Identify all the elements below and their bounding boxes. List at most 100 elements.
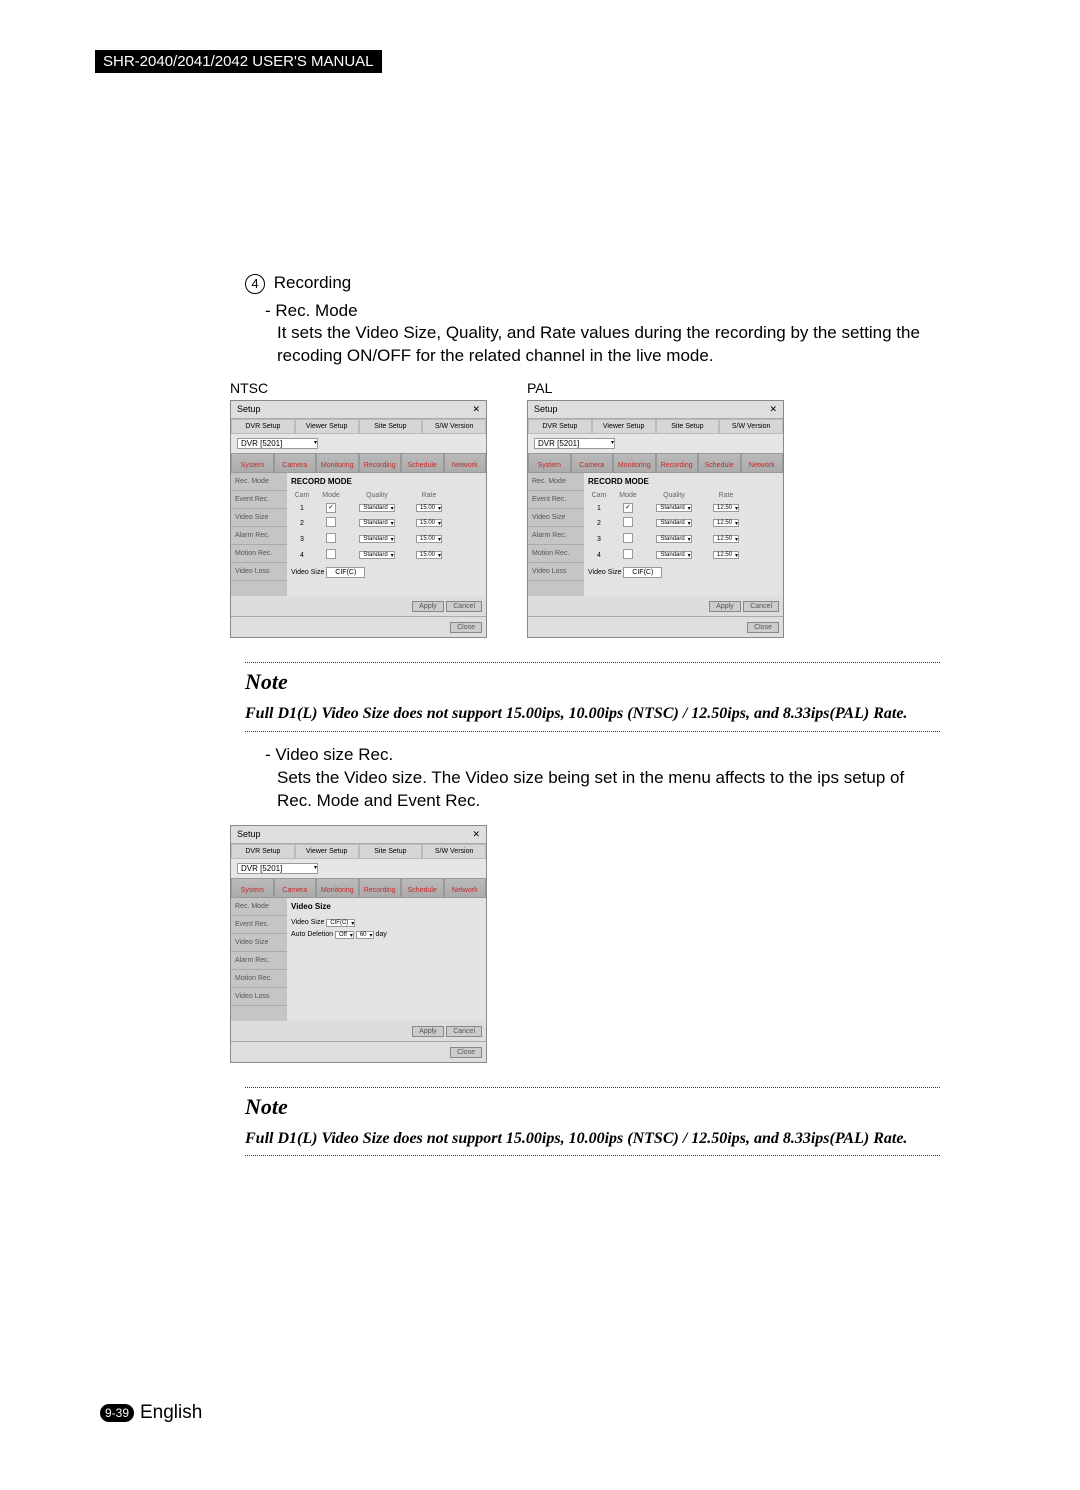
- quality-select[interactable]: Standard: [359, 535, 394, 543]
- icontab-system[interactable]: System: [231, 878, 274, 898]
- sidebar-rec-mode[interactable]: Rec. Mode: [231, 898, 287, 916]
- mode-checkbox[interactable]: ✓: [623, 503, 633, 513]
- quality-select[interactable]: Standard: [359, 551, 394, 559]
- tab-site-setup[interactable]: Site Setup: [359, 844, 423, 859]
- apply-button[interactable]: Apply: [709, 601, 741, 612]
- close-icon[interactable]: ✕: [472, 829, 480, 840]
- mode-checkbox[interactable]: [326, 549, 336, 559]
- icontab-recording[interactable]: Recording: [656, 453, 699, 473]
- section-heading: 4 Recording: [245, 273, 940, 294]
- sidebar-video-size[interactable]: Video Size: [528, 509, 584, 527]
- icontab-network[interactable]: Network: [444, 453, 487, 473]
- sidebar-motion-rec[interactable]: Motion Rec.: [231, 545, 287, 563]
- icontab-monitoring[interactable]: Monitoring: [613, 453, 656, 473]
- mode-checkbox[interactable]: [326, 517, 336, 527]
- divider: [245, 731, 940, 732]
- close-icon[interactable]: ✕: [769, 404, 777, 415]
- sidebar-alarm-rec[interactable]: Alarm Rec.: [231, 952, 287, 970]
- rate-select[interactable]: 15.00: [416, 519, 442, 527]
- tab-sw-version[interactable]: S/W Version: [422, 844, 486, 859]
- quality-select[interactable]: Standard: [656, 535, 691, 543]
- icontab-monitoring[interactable]: Monitoring: [316, 878, 359, 898]
- quality-select[interactable]: Standard: [359, 504, 394, 512]
- sidebar-event-rec[interactable]: Event Rec.: [528, 491, 584, 509]
- sidebar-alarm-rec[interactable]: Alarm Rec.: [231, 527, 287, 545]
- icontab-system[interactable]: System: [231, 453, 274, 473]
- quality-select[interactable]: Standard: [656, 504, 691, 512]
- sidebar-event-rec[interactable]: Event Rec.: [231, 491, 287, 509]
- tab-viewer-setup[interactable]: Viewer Setup: [295, 844, 359, 859]
- icontab-camera[interactable]: Camera: [274, 878, 317, 898]
- quality-select[interactable]: Standard: [656, 519, 691, 527]
- tab-viewer-setup[interactable]: Viewer Setup: [592, 419, 656, 434]
- sidebar-alarm-rec[interactable]: Alarm Rec.: [528, 527, 584, 545]
- table-row: 4Standard15.00: [291, 547, 482, 563]
- page-footer: 9-39 English: [100, 1402, 202, 1424]
- close-button[interactable]: Close: [450, 622, 482, 633]
- rate-select[interactable]: 15.00: [416, 551, 442, 559]
- cancel-button[interactable]: Cancel: [446, 1026, 482, 1037]
- icontab-recording[interactable]: Recording: [359, 878, 402, 898]
- sidebar-event-rec[interactable]: Event Rec.: [231, 916, 287, 934]
- dvr-select[interactable]: DVR [5201]: [237, 438, 318, 449]
- icontab-camera[interactable]: Camera: [274, 453, 317, 473]
- th-rate: Rate: [702, 492, 750, 499]
- sidebar-rec-mode[interactable]: Rec. Mode: [231, 473, 287, 491]
- mode-checkbox[interactable]: [623, 549, 633, 559]
- tab-site-setup[interactable]: Site Setup: [656, 419, 720, 434]
- mode-checkbox[interactable]: [326, 533, 336, 543]
- video-size-rec-desc: Sets the Video size. The Video size bein…: [277, 767, 940, 813]
- divider: [245, 662, 940, 663]
- tab-viewer-setup[interactable]: Viewer Setup: [295, 419, 359, 434]
- dvr-select[interactable]: DVR [5201]: [237, 863, 318, 874]
- close-button[interactable]: Close: [747, 622, 779, 633]
- icontab-network[interactable]: Network: [741, 453, 784, 473]
- video-size-select[interactable]: CIF(C): [326, 919, 355, 927]
- tab-sw-version[interactable]: S/W Version: [422, 419, 486, 434]
- sidebar-rec-mode[interactable]: Rec. Mode: [528, 473, 584, 491]
- sidebar-video-loss[interactable]: Video Loss: [231, 563, 287, 581]
- icontab-schedule[interactable]: Schedule: [401, 878, 444, 898]
- close-button[interactable]: Close: [450, 1047, 482, 1058]
- mode-checkbox[interactable]: [623, 533, 633, 543]
- tab-site-setup[interactable]: Site Setup: [359, 419, 423, 434]
- mode-checkbox[interactable]: [623, 517, 633, 527]
- note-body-1: Full D1(L) Video Size does not support 1…: [245, 703, 940, 725]
- auto-deletion-onoff[interactable]: Off: [335, 931, 354, 939]
- rate-select[interactable]: 12.50: [713, 504, 739, 512]
- icontab-camera[interactable]: Camera: [571, 453, 614, 473]
- close-icon[interactable]: ✕: [472, 404, 480, 415]
- table-row: 2Standard12.50: [588, 515, 779, 531]
- sidebar-motion-rec[interactable]: Motion Rec.: [231, 970, 287, 988]
- quality-select[interactable]: Standard: [656, 551, 691, 559]
- sidebar-video-loss[interactable]: Video Loss: [528, 563, 584, 581]
- rate-select[interactable]: 12.50: [713, 535, 739, 543]
- rate-select[interactable]: 15.00: [416, 535, 442, 543]
- tab-dvr-setup[interactable]: DVR Setup: [528, 419, 592, 434]
- icontab-network[interactable]: Network: [444, 878, 487, 898]
- rate-select[interactable]: 12.50: [713, 519, 739, 527]
- tab-dvr-setup[interactable]: DVR Setup: [231, 419, 295, 434]
- sidebar-motion-rec[interactable]: Motion Rec.: [528, 545, 584, 563]
- quality-select[interactable]: Standard: [359, 519, 394, 527]
- cancel-button[interactable]: Cancel: [743, 601, 779, 612]
- sidebar-video-loss[interactable]: Video Loss: [231, 988, 287, 1006]
- auto-deletion-days[interactable]: 60: [356, 931, 374, 939]
- cell-cam: 1: [588, 505, 610, 512]
- sidebar-video-size[interactable]: Video Size: [231, 934, 287, 952]
- apply-button[interactable]: Apply: [412, 601, 444, 612]
- icontab-schedule[interactable]: Schedule: [401, 453, 444, 473]
- icontab-recording[interactable]: Recording: [359, 453, 402, 473]
- cancel-button[interactable]: Cancel: [446, 601, 482, 612]
- tab-dvr-setup[interactable]: DVR Setup: [231, 844, 295, 859]
- tab-sw-version[interactable]: S/W Version: [719, 419, 783, 434]
- apply-button[interactable]: Apply: [412, 1026, 444, 1037]
- icontab-monitoring[interactable]: Monitoring: [316, 453, 359, 473]
- sidebar-video-size[interactable]: Video Size: [231, 509, 287, 527]
- icontab-schedule[interactable]: Schedule: [698, 453, 741, 473]
- icontab-system[interactable]: System: [528, 453, 571, 473]
- mode-checkbox[interactable]: ✓: [326, 503, 336, 513]
- rate-select[interactable]: 12.50: [713, 551, 739, 559]
- rate-select[interactable]: 15.00: [416, 504, 442, 512]
- dvr-select[interactable]: DVR [5201]: [534, 438, 615, 449]
